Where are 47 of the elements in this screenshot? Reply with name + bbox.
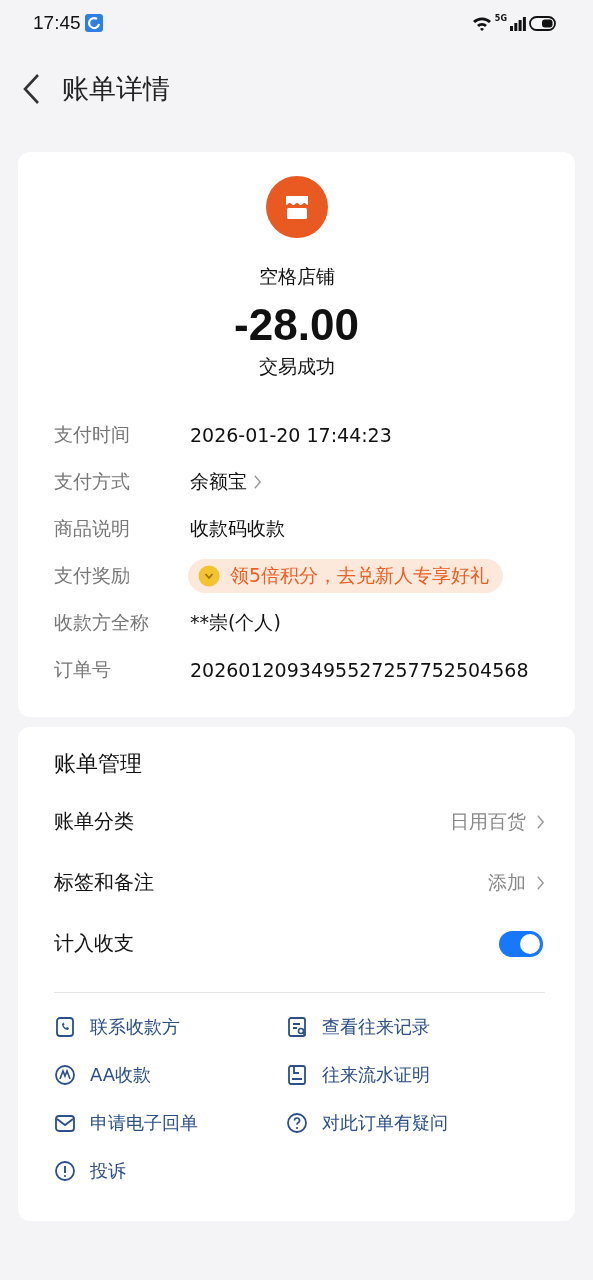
detail-value: 2026012093495527257752504568 bbox=[190, 659, 529, 681]
question-icon bbox=[286, 1112, 308, 1134]
setting-label: 标签和备注 bbox=[54, 869, 154, 896]
wifi-icon bbox=[471, 15, 492, 31]
toggle-switch[interactable] bbox=[499, 930, 543, 957]
detail-value: 2026-01-20 17:44:23 bbox=[190, 424, 392, 446]
exclamation-icon bbox=[54, 1160, 76, 1182]
detail-value: 收款码收款 bbox=[190, 516, 285, 541]
setting-value-link[interactable]: 日用百货 bbox=[450, 808, 545, 835]
detail-label: 商品说明 bbox=[54, 516, 131, 541]
action-link[interactable]: 查看往来记录 bbox=[286, 1003, 545, 1051]
phone-book-icon bbox=[54, 1016, 76, 1038]
coin-icon bbox=[198, 565, 220, 587]
section-title: 账单管理 bbox=[54, 750, 143, 778]
setting-label: 账单分类 bbox=[54, 808, 134, 835]
setting-label: 计入收支 bbox=[54, 930, 134, 957]
app-notification-icon bbox=[84, 14, 103, 32]
document-icon bbox=[286, 1064, 308, 1086]
action-link[interactable]: 申请电子回单 bbox=[54, 1099, 286, 1147]
amount: -28.00 bbox=[234, 300, 359, 350]
merchant-name: 空格店铺 bbox=[258, 264, 335, 289]
status-time: 17:45 bbox=[33, 12, 81, 34]
detail-label: 订单号 bbox=[54, 657, 112, 682]
action-link[interactable]: 投诉 bbox=[54, 1147, 286, 1195]
signal-icon bbox=[510, 15, 526, 31]
action-link[interactable]: 对此订单有疑问 bbox=[286, 1099, 545, 1147]
circled-letters-icon bbox=[54, 1064, 76, 1086]
battery-icon bbox=[529, 15, 557, 31]
chevron-icon bbox=[536, 813, 545, 830]
detail-label: 支付时间 bbox=[54, 422, 131, 447]
chevron-icon bbox=[536, 874, 545, 891]
page-title: 账单详情 bbox=[62, 72, 170, 106]
detail-label: 收款方全称 bbox=[54, 610, 150, 635]
detail-label: 支付奖励 bbox=[54, 563, 131, 588]
detail-value: **崇(个人) bbox=[190, 610, 281, 635]
chevron-icon bbox=[253, 474, 262, 490]
action-link[interactable]: AA收款 bbox=[54, 1051, 286, 1099]
network-label: 5G bbox=[494, 13, 507, 23]
store-icon bbox=[265, 176, 328, 238]
action-link[interactable]: 联系收款方 bbox=[54, 1003, 286, 1051]
payment-method-link[interactable]: 余额宝 bbox=[190, 469, 262, 495]
detail-label: 支付方式 bbox=[54, 469, 131, 494]
transaction-status: 交易成功 bbox=[258, 354, 335, 379]
action-link[interactable]: 往来流水证明 bbox=[286, 1051, 545, 1099]
mail-icon bbox=[54, 1112, 76, 1134]
setting-value-link[interactable]: 添加 bbox=[488, 869, 545, 896]
document-search-icon bbox=[286, 1016, 308, 1038]
